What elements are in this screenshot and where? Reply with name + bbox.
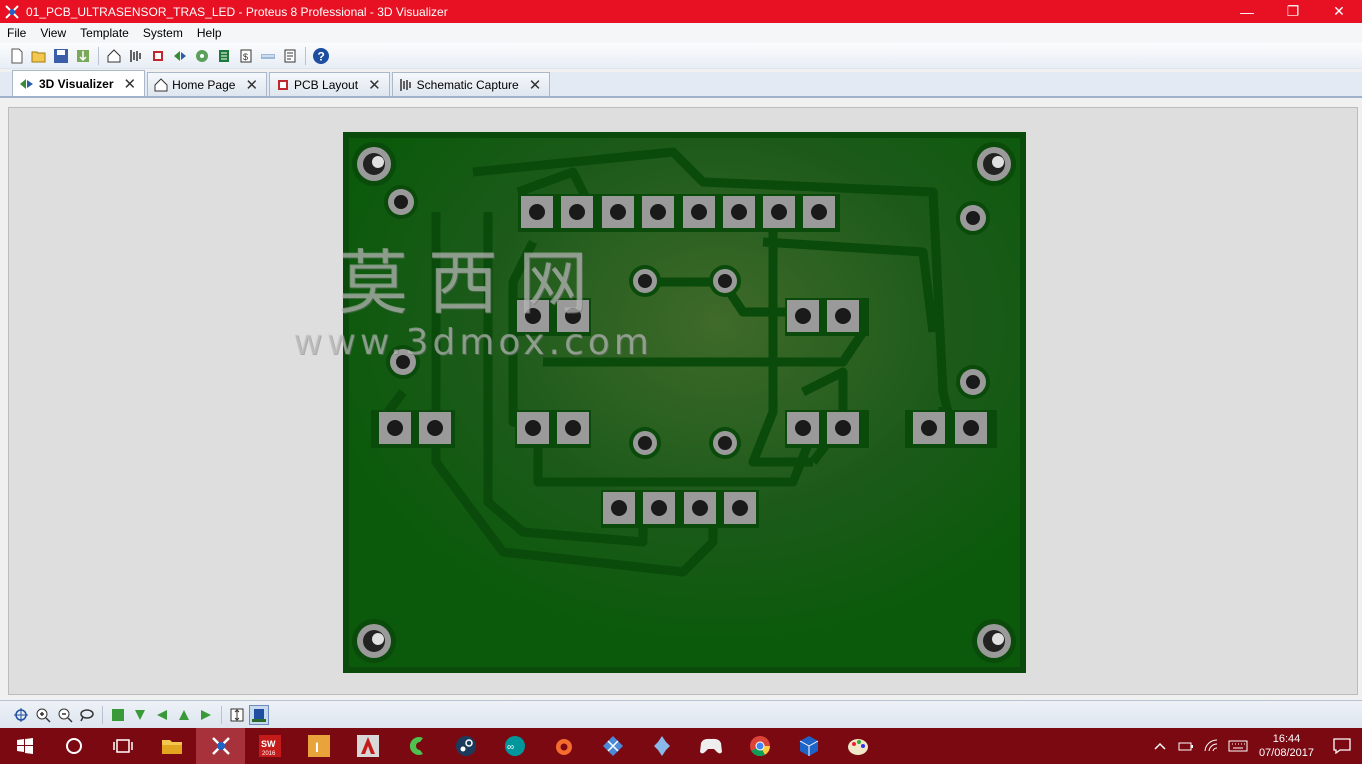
windows-start-icon[interactable] (0, 728, 49, 764)
arduino-icon[interactable]: ∞ (490, 728, 539, 764)
menu-system[interactable]: System (136, 26, 190, 40)
pcb-layout-icon (276, 78, 290, 92)
cortana-icon[interactable] (49, 728, 98, 764)
design-explorer-icon[interactable]: $ (236, 46, 256, 66)
height-view-icon[interactable] (227, 705, 247, 725)
pcb-board-3d[interactable] (343, 132, 1026, 673)
pan-icon[interactable] (11, 705, 31, 725)
autocad-icon[interactable] (343, 728, 392, 764)
clock-time: 16:44 (1272, 733, 1301, 745)
zoom-fit-icon[interactable] (77, 705, 97, 725)
close-button[interactable]: ✕ (1316, 0, 1362, 23)
menu-bar: File View Template System Help (0, 23, 1362, 43)
3d-viewport[interactable]: 莫西网 www.3dmox.com (8, 107, 1358, 695)
notification-icon[interactable] (1322, 738, 1362, 754)
chevron-up-icon[interactable] (1147, 741, 1173, 751)
clock[interactable]: 16:44 07/08/2017 (1251, 732, 1322, 760)
tab-label: Schematic Capture (416, 77, 519, 92)
tab-label: 3D Visualizer (39, 76, 114, 91)
close-tab-icon[interactable]: ✕ (529, 76, 542, 94)
steam-icon[interactable] (441, 728, 490, 764)
wifi-icon[interactable] (1199, 739, 1225, 753)
3d-visualizer-icon (19, 77, 35, 91)
title-bar: 01_PCB_ULTRASENSOR_TRAS_LED - Proteus 8 … (0, 0, 1362, 23)
bom-icon[interactable] (214, 46, 234, 66)
zoom-out-icon[interactable] (55, 705, 75, 725)
toolbar-separator (98, 46, 99, 65)
home-icon (154, 77, 168, 92)
view-front-icon[interactable] (130, 705, 150, 725)
menu-view[interactable]: View (33, 26, 73, 40)
new-file-icon[interactable] (7, 46, 27, 66)
keyboard-icon[interactable] (1225, 740, 1251, 752)
import-icon[interactable] (73, 46, 93, 66)
virtualbox-icon[interactable] (784, 728, 833, 764)
notes-icon[interactable] (280, 46, 300, 66)
source-code-icon[interactable] (258, 46, 278, 66)
help-icon[interactable]: ? (311, 46, 331, 66)
network-app-icon[interactable] (588, 728, 637, 764)
main-toolbar: $ ? (0, 43, 1362, 69)
origin-icon[interactable] (539, 728, 588, 764)
power-battery-icon[interactable] (1173, 740, 1199, 752)
close-tab-icon[interactable]: ✕ (245, 76, 258, 94)
home-page-icon[interactable] (104, 46, 124, 66)
3d-visualizer-icon[interactable] (170, 46, 190, 66)
chrome-icon[interactable] (735, 728, 784, 764)
tab-home-page[interactable]: Home Page ✕ (147, 72, 268, 96)
view-back-icon[interactable] (174, 705, 194, 725)
gerber-viewer-icon[interactable] (192, 46, 212, 66)
save-icon[interactable] (51, 46, 71, 66)
svg-text:?: ? (318, 49, 325, 63)
tab-schematic-capture[interactable]: Schematic Capture ✕ (391, 72, 551, 96)
tab-label: PCB Layout (294, 77, 359, 92)
close-tab-icon[interactable]: ✕ (368, 76, 381, 94)
file-explorer-icon[interactable] (147, 728, 196, 764)
schematic-icon (399, 78, 413, 92)
svg-text:SW: SW (261, 739, 276, 749)
view-toolbar (0, 700, 1362, 728)
gamepad-app-icon[interactable] (686, 728, 735, 764)
cura-icon[interactable] (392, 728, 441, 764)
svg-text:$: $ (243, 52, 248, 62)
clock-date: 07/08/2017 (1258, 747, 1314, 759)
board-view-icon[interactable] (249, 704, 269, 725)
toolbar-separator (221, 705, 222, 724)
proteus-taskbar-icon[interactable] (196, 728, 245, 764)
close-tab-icon[interactable]: ✕ (123, 75, 136, 93)
header-pads (518, 194, 840, 232)
tab-pcb-layout[interactable]: PCB Layout ✕ (269, 72, 390, 96)
task-view-icon[interactable] (98, 728, 147, 764)
proteus-app-icon (5, 4, 19, 19)
schematic-icon[interactable] (126, 46, 146, 66)
window-title: 01_PCB_ULTRASENSOR_TRAS_LED - Proteus 8 … (26, 4, 448, 19)
svg-text:2016: 2016 (262, 751, 276, 757)
paint-app-icon[interactable] (833, 728, 882, 764)
menu-help[interactable]: Help (190, 26, 229, 40)
game-app-icon[interactable] (637, 728, 686, 764)
tab-3d-visualizer[interactable]: 3D Visualizer ✕ (12, 70, 146, 96)
zoom-in-icon[interactable] (33, 705, 53, 725)
restore-button[interactable]: ❐ (1270, 0, 1316, 23)
document-tab-bar: 3D Visualizer ✕ Home Page ✕ PCB Layout ✕… (0, 70, 1362, 98)
minimize-button[interactable]: — (1224, 0, 1270, 23)
pcb-layout-icon[interactable] (148, 46, 168, 66)
solidworks-2016-icon[interactable]: SW 2016 (245, 728, 294, 764)
view-top-icon[interactable] (108, 705, 128, 725)
tab-label: Home Page (172, 77, 236, 92)
toolbar-separator (305, 46, 306, 65)
svg-text:I: I (315, 739, 319, 755)
inventor-icon[interactable]: I (294, 728, 343, 764)
menu-template[interactable]: Template (73, 26, 136, 40)
toolbar-separator (102, 705, 103, 724)
view-right-icon[interactable] (196, 705, 216, 725)
open-folder-icon[interactable] (29, 46, 49, 66)
windows-taskbar: SW 2016 I ∞ 16:44 07/08/2017 (0, 728, 1362, 764)
view-left-icon[interactable] (152, 705, 172, 725)
svg-text:∞: ∞ (507, 742, 514, 753)
menu-file[interactable]: File (0, 26, 33, 40)
system-tray: 16:44 07/08/2017 (1147, 728, 1362, 764)
